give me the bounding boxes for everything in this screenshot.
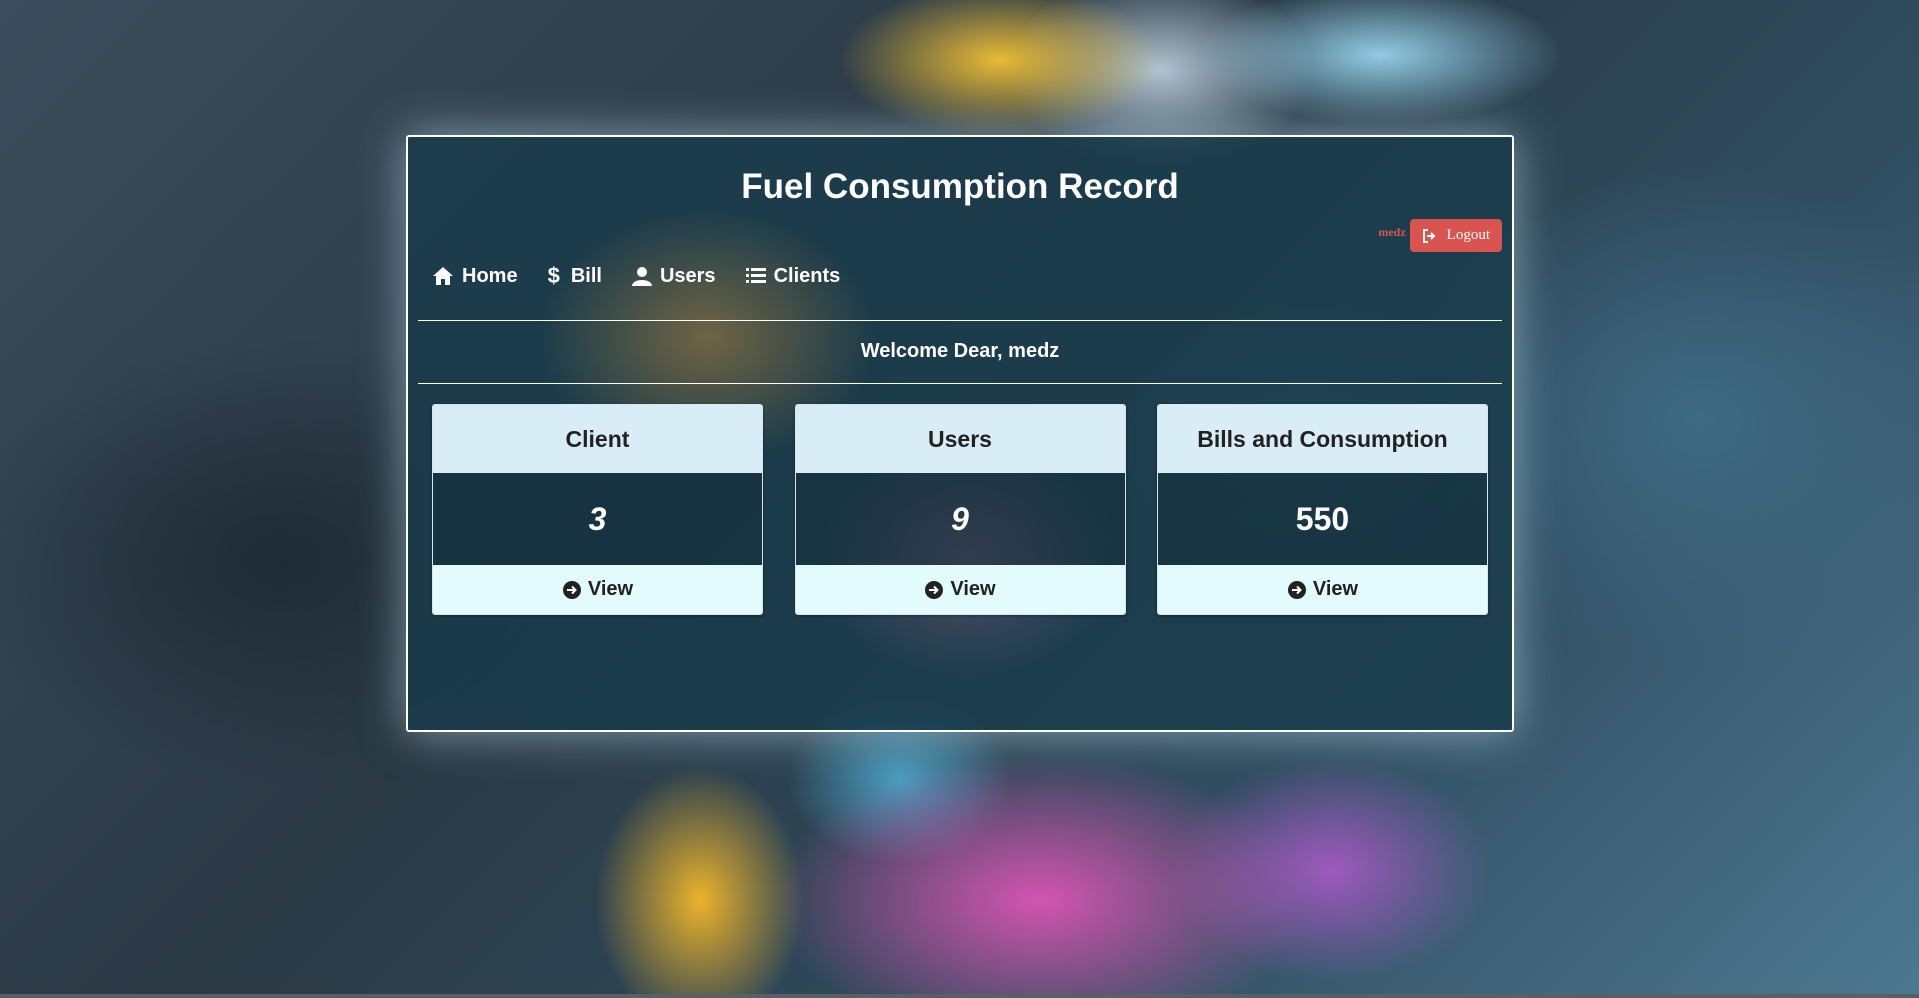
nav-item-bill[interactable]: $ Bill: [548, 263, 602, 289]
client-card: Client 3 View: [432, 404, 763, 615]
card-title: Client: [433, 405, 762, 473]
client-view-button[interactable]: View: [433, 565, 762, 614]
page-title: Fuel Consumption Record: [741, 167, 1179, 206]
logout-label: Logout: [1446, 227, 1490, 243]
summary-cards: Client 3 View Users 9 View Bills and Con…: [432, 404, 1488, 615]
window-bottom-edge: [0, 994, 1919, 998]
logout-button[interactable]: Logout: [1409, 219, 1502, 252]
bills-view-button[interactable]: View: [1158, 565, 1487, 614]
dollar-icon: $: [547, 263, 560, 288]
bills-card: Bills and Consumption 550 View: [1157, 404, 1488, 615]
card-title: Users: [795, 405, 1125, 473]
users-card: Users 9 View: [794, 404, 1126, 615]
user-area: medz Logout: [1378, 219, 1502, 252]
welcome-message: Welcome Dear, medz: [860, 340, 1060, 362]
card-title: Bills and Consumption: [1158, 405, 1487, 473]
arrow-circle-right-icon: [1287, 580, 1306, 599]
arrow-circle-right-icon: [562, 580, 581, 599]
logout-icon: [1422, 228, 1436, 243]
card-value: 550: [1158, 473, 1487, 565]
nav-item-home[interactable]: Home: [432, 265, 518, 288]
card-value: 9: [795, 473, 1125, 565]
divider: [418, 320, 1502, 321]
list-icon: [745, 268, 766, 283]
user-icon: [631, 267, 652, 286]
divider: [418, 383, 1502, 384]
dashboard-panel: Fuel Consumption Record medz Logout Home…: [406, 135, 1514, 732]
main-nav: Home $ Bill Users Clients: [432, 263, 870, 289]
nav-item-users[interactable]: Users: [631, 265, 716, 288]
username-label: medz: [1378, 225, 1406, 239]
card-value: 3: [433, 473, 762, 565]
nav-item-clients[interactable]: Clients: [745, 265, 840, 288]
users-view-button[interactable]: View: [795, 565, 1125, 614]
arrow-circle-right-icon: [925, 580, 944, 599]
home-icon: [433, 267, 453, 285]
